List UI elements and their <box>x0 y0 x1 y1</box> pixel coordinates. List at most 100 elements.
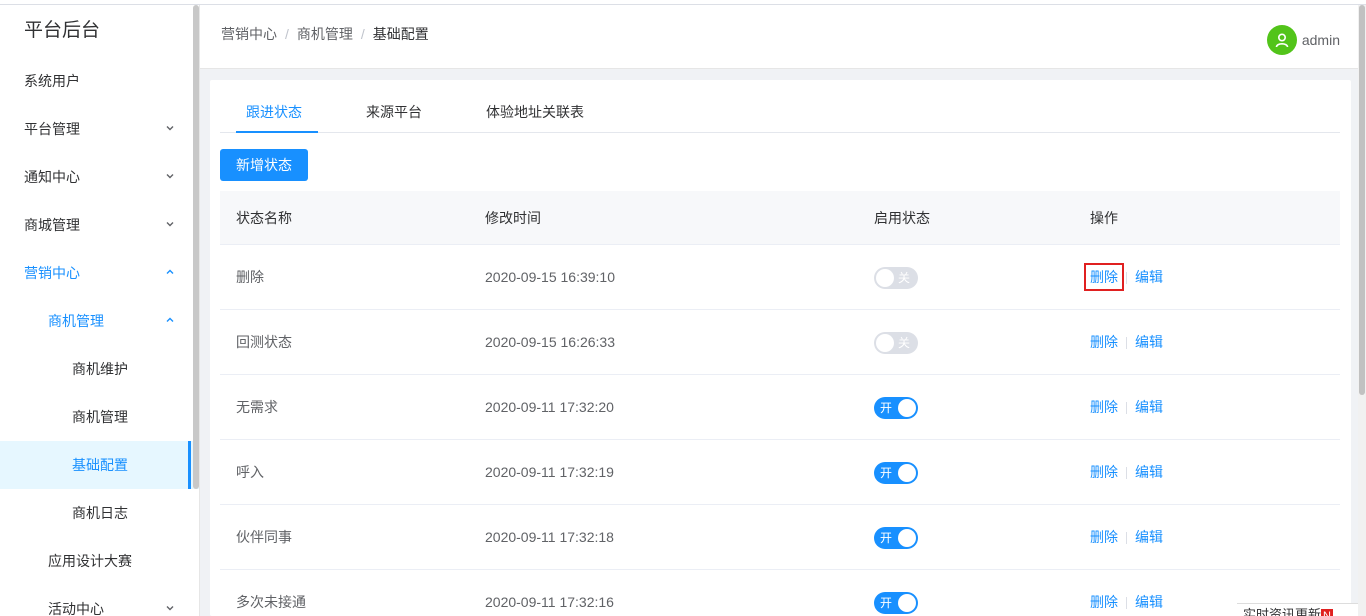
enable-toggle[interactable]: 开 <box>874 592 918 614</box>
cell-status-name: 删除 <box>236 269 264 285</box>
edit-link[interactable]: 编辑 <box>1135 529 1163 545</box>
sidebar-item[interactable]: 商机管理 <box>0 393 199 441</box>
delete-link[interactable]: 删除 <box>1090 399 1118 415</box>
delete-link[interactable]: 删除 <box>1090 594 1118 610</box>
main-scrollbar-thumb[interactable] <box>1359 5 1365 395</box>
username[interactable]: admin <box>1302 32 1340 48</box>
delete-link[interactable]: 删除 <box>1090 464 1118 480</box>
cell-modified-time: 2020-09-11 17:32:19 <box>485 464 614 480</box>
row-actions: 删除 编辑 <box>1084 245 1163 310</box>
sidebar-item[interactable]: 平台管理 <box>0 105 199 153</box>
app-title: 平台后台 <box>24 20 101 41</box>
user-icon <box>1275 33 1289 48</box>
table-row: 多次未接通 2020-09-11 17:32:16 开 删除 编辑 <box>220 570 1340 616</box>
sidebar-scrollbar[interactable] <box>193 5 199 489</box>
cell-modified-time: 2020-09-15 16:26:33 <box>485 334 615 350</box>
chevron-up-icon <box>163 297 177 345</box>
cell-status-name: 伙伴同事 <box>236 529 292 545</box>
chevron-down-icon <box>163 105 177 153</box>
toggle-text: 关 <box>897 336 910 350</box>
toggle-knob <box>898 399 916 417</box>
sidebar-item-label: 商机维护 <box>72 361 128 377</box>
enable-toggle[interactable]: 开 <box>874 462 918 484</box>
toggle-text: 开 <box>880 531 893 545</box>
action-divider <box>1126 272 1127 285</box>
delete-link[interactable]: 删除 <box>1084 263 1124 291</box>
avatar[interactable] <box>1266 25 1297 55</box>
sidebar-item[interactable]: 营销中心 <box>0 249 199 297</box>
toggle-text: 关 <box>897 271 910 285</box>
cell-modified-time: 2020-09-11 17:32:20 <box>485 399 614 415</box>
edit-link[interactable]: 编辑 <box>1135 464 1163 480</box>
delete-link[interactable]: 删除 <box>1090 529 1118 545</box>
toggle-text: 开 <box>880 401 893 415</box>
breadcrumb-separator: / <box>285 26 289 42</box>
row-actions: 删除 编辑 <box>1090 375 1163 440</box>
table-row: 呼入 2020-09-11 17:32:19 开 删除 编辑 <box>220 440 1340 505</box>
news-widget[interactable]: 实时资讯更新 N <box>1237 603 1358 616</box>
sidebar-item-label: 活动中心 <box>48 601 104 616</box>
cell-status-name: 回测状态 <box>236 334 292 350</box>
delete-link[interactable]: 删除 <box>1090 334 1118 350</box>
tab-source-platform[interactable]: 来源平台 <box>366 98 422 133</box>
sidebar-item[interactable]: 商机管理 <box>0 297 199 345</box>
action-divider <box>1126 532 1127 545</box>
row-actions: 删除 编辑 <box>1090 310 1163 375</box>
enable-toggle[interactable]: 开 <box>874 397 918 419</box>
edit-link[interactable]: 编辑 <box>1135 269 1163 285</box>
main-scrollbar[interactable] <box>1358 5 1366 616</box>
sidebar-item-label: 通知中心 <box>24 169 80 185</box>
cell-status-name: 无需求 <box>236 399 278 415</box>
tab-follow-status[interactable]: 跟进状态 <box>236 98 318 133</box>
enable-toggle[interactable]: 关 <box>874 267 918 289</box>
sidebar-item[interactable]: 商机日志 <box>0 489 199 537</box>
enable-toggle[interactable]: 关 <box>874 332 918 354</box>
toggle-text: 开 <box>880 466 893 480</box>
sidebar-item-label: 平台管理 <box>24 121 80 137</box>
cell-modified-time: 2020-09-15 16:39:10 <box>485 269 615 285</box>
table-row: 伙伴同事 2020-09-11 17:32:18 开 删除 编辑 <box>220 505 1340 570</box>
breadcrumb: 营销中心 / 商机管理 / 基础配置 <box>221 24 429 44</box>
row-actions: 删除 编辑 <box>1090 440 1163 505</box>
edit-link[interactable]: 编辑 <box>1135 399 1163 415</box>
edit-link[interactable]: 编辑 <box>1135 594 1163 610</box>
news-badge: N <box>1321 609 1333 616</box>
table-header: 状态名称 修改时间 启用状态 操作 <box>220 191 1340 245</box>
user-menu[interactable]: admin <box>1266 25 1340 55</box>
cell-modified-time: 2020-09-11 17:32:18 <box>485 529 614 545</box>
sidebar-item[interactable]: 活动中心 <box>0 585 199 616</box>
table-row: 无需求 2020-09-11 17:32:20 开 删除 编辑 <box>220 375 1340 440</box>
add-status-button[interactable]: 新增状态 <box>220 149 308 181</box>
sidebar-item[interactable]: 通知中心 <box>0 153 199 201</box>
breadcrumb-item-opportunity[interactable]: 商机管理 <box>297 26 353 42</box>
sidebar-item-label: 应用设计大赛 <box>48 553 132 569</box>
breadcrumb-item-current: 基础配置 <box>372 26 429 42</box>
chevron-up-icon <box>163 249 177 297</box>
sidebar-item-label: 系统用户 <box>24 73 80 89</box>
breadcrumb-item-marketing[interactable]: 营销中心 <box>221 26 277 42</box>
sidebar-item[interactable]: 商机维护 <box>0 345 199 393</box>
cell-status-name: 多次未接通 <box>236 594 306 610</box>
action-divider <box>1126 337 1127 350</box>
tab-experience-address[interactable]: 体验地址关联表 <box>486 98 584 133</box>
sidebar-item[interactable]: 商城管理 <box>0 201 199 249</box>
toggle-knob <box>898 594 916 612</box>
chevron-down-icon <box>163 201 177 249</box>
toggle-knob <box>898 529 916 547</box>
news-label: 实时资讯更新 <box>1243 607 1322 616</box>
sidebar-item-label: 商城管理 <box>24 217 80 233</box>
content-card: 跟进状态 来源平台 体验地址关联表 新增状态 状态名称 修改时间 启用状态 操作… <box>210 80 1351 616</box>
edit-link[interactable]: 编辑 <box>1135 334 1163 350</box>
column-header-time: 修改时间 <box>485 210 541 226</box>
column-header-name: 状态名称 <box>236 210 292 226</box>
sidebar-item[interactable]: 系统用户 <box>0 57 199 105</box>
sidebar-item-label: 基础配置 <box>72 457 128 473</box>
action-divider <box>1126 402 1127 415</box>
sidebar-item[interactable]: 应用设计大赛 <box>0 537 199 585</box>
action-divider <box>1126 597 1127 610</box>
table-body: 删除 2020-09-15 16:39:10 关删除 编辑 回测状态 2020-09-15… <box>220 245 1340 616</box>
sidebar-item[interactable]: 基础配置 <box>0 441 199 489</box>
sidebar: 平台后台 系统用户 平台管理 通知中心 商城管理 营销中心 商机管理 商机维护 商机管理 基础配… <box>0 5 200 616</box>
enable-toggle[interactable]: 开 <box>874 527 918 549</box>
row-actions: 删除 编辑 <box>1090 570 1163 616</box>
